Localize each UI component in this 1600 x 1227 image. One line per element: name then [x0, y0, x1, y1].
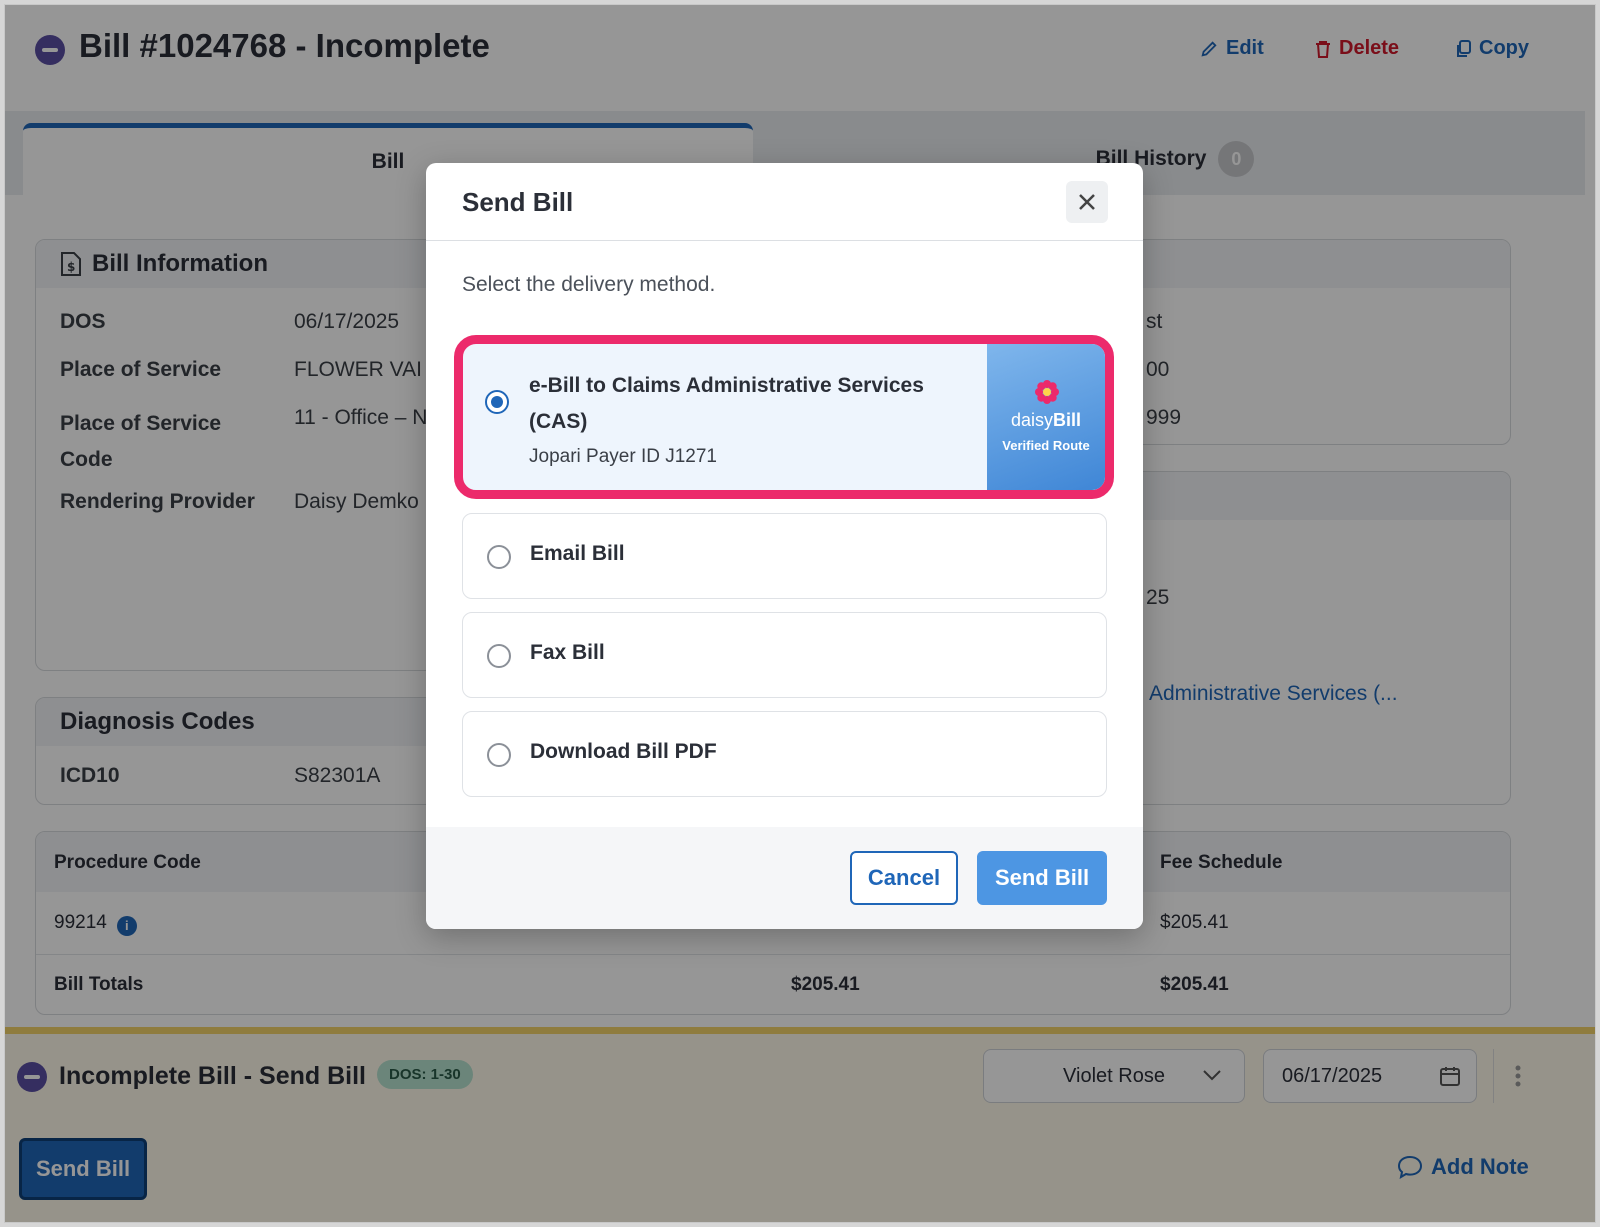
delivery-option-ebill[interactable]: e-Bill to Claims Administrative Services…: [454, 335, 1114, 499]
radio-ebill[interactable]: [485, 390, 509, 414]
modal-title: Send Bill: [462, 187, 574, 217]
modal-footer: Cancel Send Bill: [426, 827, 1143, 929]
modal-subtitle: Select the delivery method.: [462, 273, 716, 296]
verified-route-badge: daisyBill Verified Route: [987, 344, 1105, 490]
delivery-option-download[interactable]: Download Bill PDF: [462, 711, 1107, 797]
email-bill-label: Email Bill: [530, 542, 625, 565]
download-pdf-label: Download Bill PDF: [530, 740, 717, 763]
app-window: Bill #1024768 - Incomplete Edit Delete C…: [4, 4, 1596, 1223]
radio-email[interactable]: [487, 545, 511, 569]
delivery-option-fax[interactable]: Fax Bill: [462, 612, 1107, 698]
modal-header: Send Bill: [426, 163, 1143, 241]
delivery-option-email[interactable]: Email Bill: [462, 513, 1107, 599]
daisybill-logo-text: daisyBill: [987, 410, 1105, 431]
close-icon: [1079, 194, 1095, 210]
verified-route-label: Verified Route: [1002, 438, 1090, 453]
brand-light: daisy: [1010, 410, 1053, 430]
close-button[interactable]: [1066, 181, 1108, 223]
daisy-flower-icon: [1035, 380, 1059, 404]
fax-bill-label: Fax Bill: [530, 641, 605, 664]
radio-download[interactable]: [487, 743, 511, 767]
brand-bold: Bill: [1053, 410, 1082, 430]
ebill-payer-id: Jopari Payer ID J1271: [529, 446, 717, 467]
send-bill-modal: Send Bill Select the delivery method. e-…: [426, 163, 1143, 929]
cancel-button[interactable]: Cancel: [850, 851, 958, 905]
send-bill-button[interactable]: Send Bill: [977, 851, 1107, 905]
radio-fax[interactable]: [487, 644, 511, 668]
ebill-label: e-Bill to Claims Administrative Services…: [529, 374, 924, 433]
